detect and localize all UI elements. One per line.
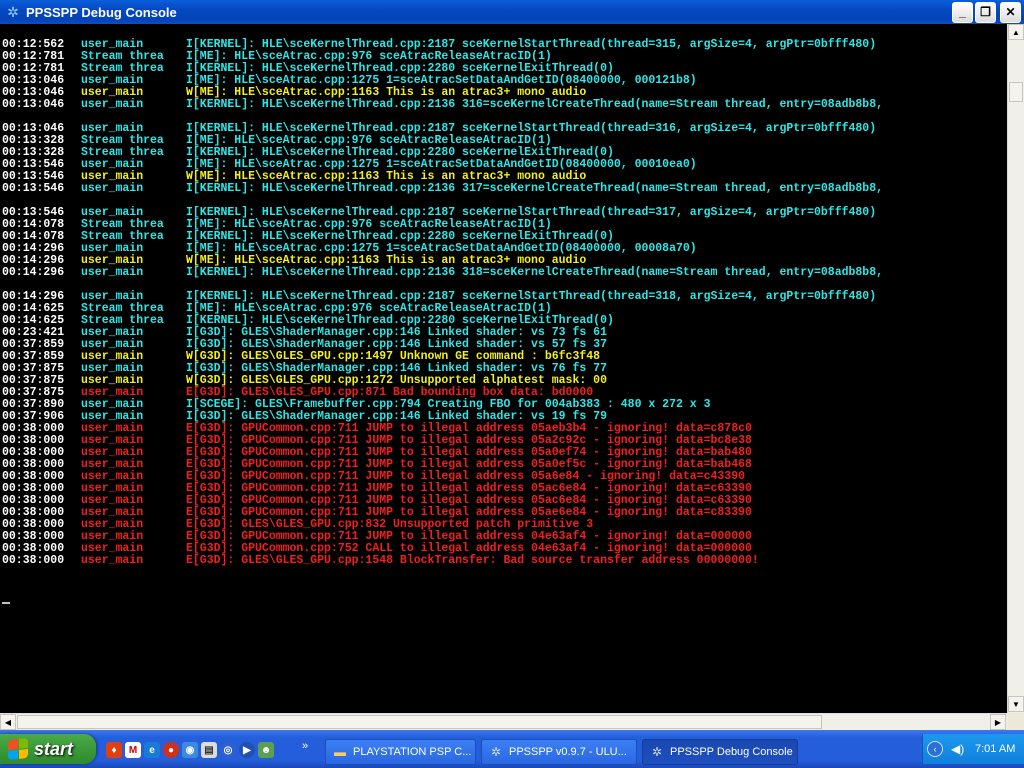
close-button[interactable]: ✕ <box>1000 1 1021 23</box>
vertical-scroll-thumb[interactable] <box>1009 82 1023 102</box>
browser-icon[interactable]: e <box>144 742 160 758</box>
folder-icon: ▬ <box>334 745 346 759</box>
log-line: 00:14:296 user_main I[KERNEL]: HLE\sceKern… <box>0 267 1007 279</box>
app-icon[interactable]: ♦ <box>106 742 122 758</box>
restore-button[interactable]: ❐ <box>975 1 996 23</box>
mail-icon[interactable]: M <box>125 742 141 758</box>
start-button[interactable]: start <box>0 734 96 764</box>
scroll-up-button[interactable]: ▲ <box>1008 24 1024 40</box>
media-player-icon[interactable]: ▶ <box>239 742 255 758</box>
log-thread: user_main <box>81 98 144 111</box>
horizontal-scrollbar[interactable]: ◀ ▶ <box>0 713 1007 730</box>
log-thread: user_main <box>81 266 144 279</box>
ppsspp-icon: ✲ <box>7 4 19 20</box>
start-label: start <box>34 738 74 759</box>
log-line: 00:38:000 user_main E[G3D]: GLES\GLES_GPU.… <box>0 555 1007 567</box>
log-timestamp: 00:14:296 <box>2 266 65 279</box>
vertical-scrollbar[interactable]: ▲ ▼ <box>1007 24 1024 713</box>
log-timestamp: 00:13:546 <box>2 182 65 195</box>
task-debug-console[interactable]: ✲ PPSSPP Debug Console <box>642 739 798 765</box>
system-tray: ‹ ◀) 7:01 AM <box>922 734 1024 764</box>
clock[interactable]: 7:01 AM <box>975 743 1015 755</box>
log-message: I[KERNEL]: HLE\sceKernelThread.cpp:2136 … <box>186 98 884 111</box>
scrollbar-corner <box>1007 713 1024 730</box>
task-label: PPSSPP Debug Console <box>670 746 793 758</box>
task-label: PLAYSTATION PSP C... <box>353 746 472 758</box>
window-title: PPSSPP Debug Console <box>26 4 177 20</box>
scroll-left-button[interactable]: ◀ <box>0 714 16 730</box>
window-controls: _ ❐ ✕ <box>952 1 1021 23</box>
log-lines: 00:12:562 user_main I[KERNEL]: HLE\sceKern… <box>0 39 1007 567</box>
text-cursor <box>2 602 10 604</box>
ppsspp-icon: ✲ <box>490 745 502 759</box>
show-hidden-icons-button[interactable]: ‹ <box>927 741 943 757</box>
document-icon[interactable]: ▤ <box>201 742 217 758</box>
firefox-icon[interactable]: ● <box>163 742 179 758</box>
task-ppsspp-main[interactable]: ✲ PPSSPP v0.9.7 - ULU... <box>481 739 637 765</box>
windows-flag-icon <box>8 737 28 761</box>
log-line: 00:13:546 user_main I[KERNEL]: HLE\sceKern… <box>0 183 1007 195</box>
globe-icon[interactable]: ◎ <box>220 742 236 758</box>
log-line: 00:13:046 user_main I[KERNEL]: HLE\sceKern… <box>0 99 1007 111</box>
log-message: I[KERNEL]: HLE\sceKernelThread.cpp:2136 … <box>186 266 884 279</box>
log-timestamp: 00:13:046 <box>2 98 65 111</box>
quick-launch: ♦ M e ● ◉ ▤ ◎ ▶ ☻ <box>106 742 274 758</box>
console-output[interactable]: 00:12:562 user_main I[KERNEL]: HLE\sceKern… <box>0 24 1007 713</box>
users-icon[interactable]: ☻ <box>258 742 274 758</box>
task-label: PPSSPP v0.9.7 - ULU... <box>509 746 627 758</box>
log-thread: user_main <box>81 182 144 195</box>
log-message: E[G3D]: GLES\GLES_GPU.cpp:1548 BlockTran… <box>186 554 759 567</box>
scroll-right-button[interactable]: ▶ <box>990 714 1006 730</box>
scroll-down-button[interactable]: ▼ <box>1008 696 1024 712</box>
log-message: I[KERNEL]: HLE\sceKernelThread.cpp:2136 … <box>186 182 884 195</box>
title-bar[interactable]: ✲ PPSSPP Debug Console _ ❐ ✕ <box>0 0 1024 24</box>
task-folder[interactable]: ▬ PLAYSTATION PSP C... <box>325 739 476 765</box>
quick-launch-chevron[interactable]: » <box>302 740 308 752</box>
network-icon[interactable]: ◉ <box>182 742 198 758</box>
taskbar: start ♦ M e ● ◉ ▤ ◎ ▶ ☻ » ▬ PLAYSTATION … <box>0 730 1024 768</box>
minimize-button[interactable]: _ <box>952 1 973 23</box>
horizontal-scroll-thumb[interactable] <box>17 715 822 729</box>
volume-icon[interactable]: ◀) <box>951 742 965 756</box>
log-timestamp: 00:38:000 <box>2 554 65 567</box>
ppsspp-icon: ✲ <box>651 745 663 759</box>
log-thread: user_main <box>81 554 144 567</box>
